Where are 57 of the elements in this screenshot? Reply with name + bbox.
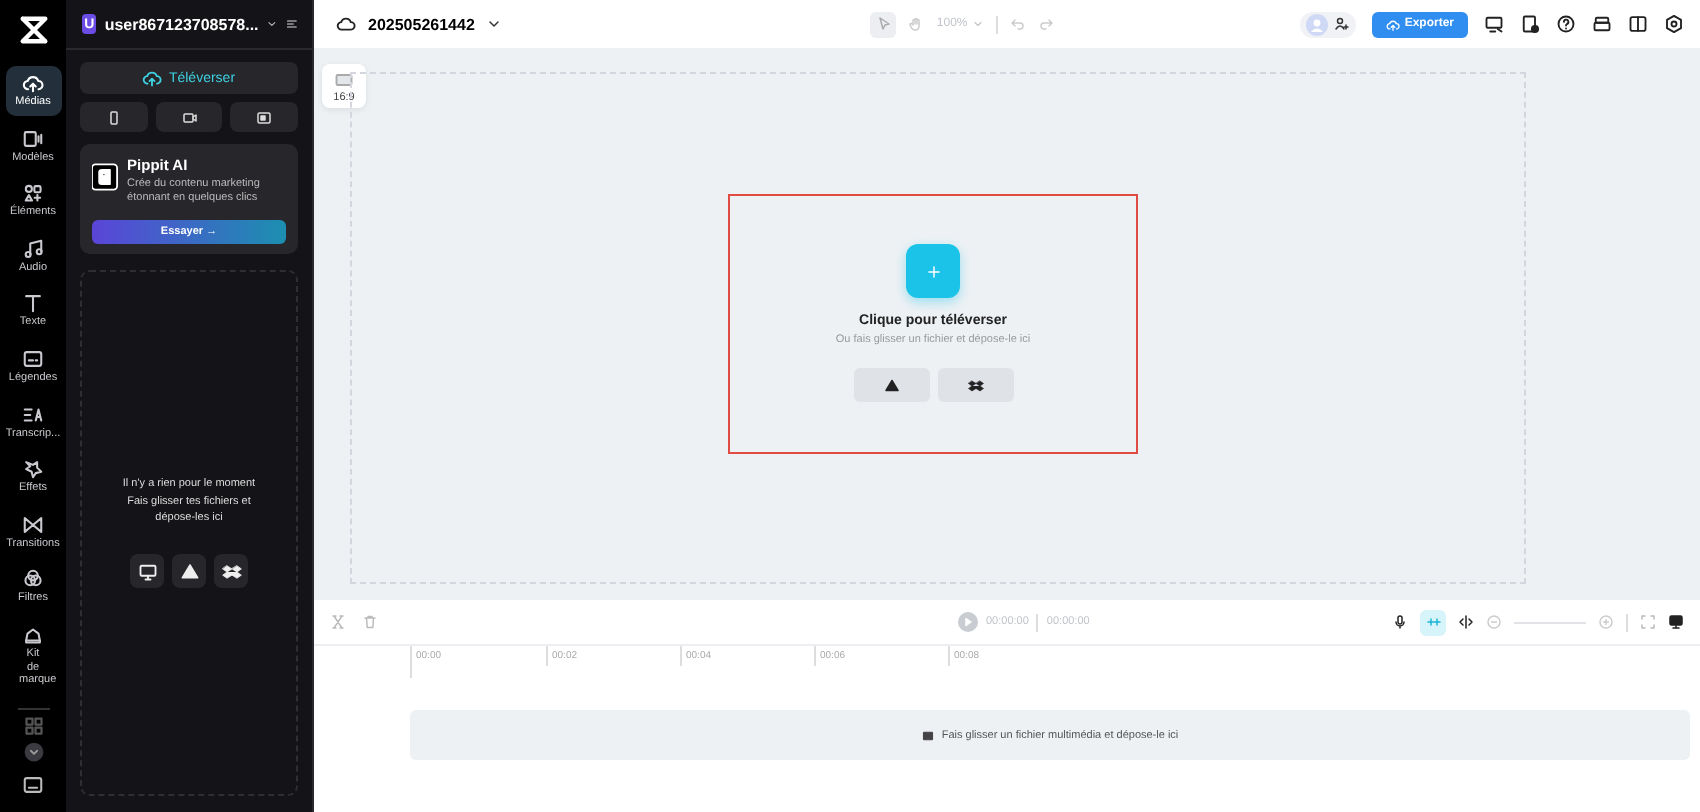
cloud-upload-icon [22, 72, 44, 94]
triangle-button[interactable] [172, 554, 206, 589]
boxes-button[interactable] [214, 554, 248, 589]
text-icon [22, 292, 44, 315]
camera-button[interactable] [155, 102, 223, 132]
menu-icon[interactable] [286, 16, 298, 32]
collaborators-button[interactable] [1300, 11, 1357, 37]
film-icon [921, 729, 934, 741]
play-icon [960, 614, 976, 630]
boxes-icon [967, 377, 983, 393]
phone-button[interactable] [80, 102, 148, 132]
stack-icon[interactable] [1592, 14, 1612, 34]
monitor-icon [137, 561, 157, 582]
user-name[interactable]: user867123708578... [104, 15, 259, 33]
split-view-icon[interactable] [1628, 14, 1648, 34]
chevron-down-icon[interactable] [486, 16, 503, 32]
captions-icon [22, 347, 44, 370]
triangle-icon [179, 561, 199, 582]
filter-icon [22, 568, 44, 591]
phone-icon [105, 109, 122, 125]
sparkle-icon [22, 458, 44, 481]
cloud-icon[interactable] [336, 14, 356, 34]
split-audio-icon[interactable] [1458, 614, 1474, 630]
user-avatar-icon [1306, 13, 1329, 35]
grid-icon[interactable] [21, 713, 45, 738]
snap-toggle[interactable] [1420, 609, 1446, 635]
cloud-upload-icon [1386, 17, 1401, 31]
chevron-down-icon[interactable] [266, 16, 279, 32]
shapes-icon [22, 182, 44, 205]
chevron-down-icon [971, 18, 984, 30]
app-logo [15, 12, 51, 48]
rectangle-icon [334, 69, 354, 89]
camera-icon [181, 109, 197, 125]
dropbox-button[interactable] [937, 368, 1013, 402]
settings-icon[interactable] [1664, 14, 1684, 34]
screen-record-icon [256, 109, 273, 125]
keyboard-icon[interactable] [22, 774, 44, 796]
triangle-icon [883, 377, 899, 393]
boxes-icon [221, 561, 241, 582]
transcript-icon [22, 403, 44, 426]
music-icon [22, 237, 44, 260]
snap-icon [1425, 614, 1441, 630]
plus-icon [925, 263, 941, 279]
screen-record-button[interactable] [230, 102, 299, 132]
monitor-icon[interactable] [1668, 614, 1684, 630]
microphone-icon[interactable] [1392, 614, 1408, 630]
project-name[interactable]: 202505261442 [368, 15, 475, 33]
add-user-icon [1334, 16, 1351, 32]
transition-icon [22, 513, 44, 536]
chevron-down-icon[interactable] [23, 741, 43, 762]
help-icon[interactable] [1556, 14, 1576, 34]
cloud-upload-icon [142, 68, 163, 88]
video-icon [22, 127, 44, 150]
cursor-icon [875, 16, 892, 32]
monitor-button[interactable] [130, 554, 164, 589]
monitor-icon[interactable] [1484, 14, 1504, 34]
drive-button[interactable] [853, 368, 929, 402]
